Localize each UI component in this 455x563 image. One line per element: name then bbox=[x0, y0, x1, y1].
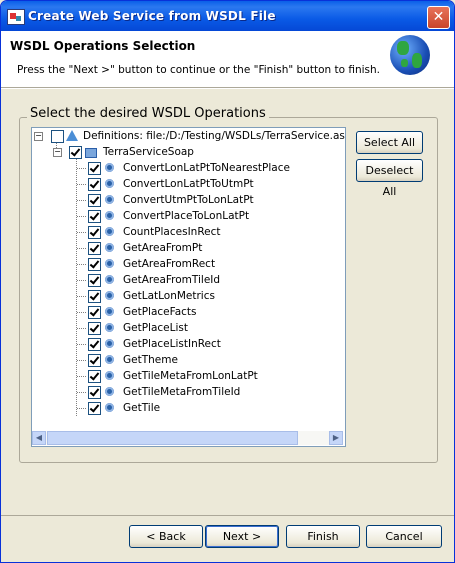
operation-checkbox[interactable] bbox=[88, 194, 101, 207]
next-button[interactable]: Next > bbox=[205, 525, 279, 548]
definitions-checkbox[interactable] bbox=[51, 130, 64, 143]
operation-label: GetAreaFromPt bbox=[123, 242, 203, 254]
operation-label: ConvertUtmPtToLonLatPt bbox=[123, 194, 254, 206]
gear-icon bbox=[105, 307, 114, 316]
operation-label: ConvertPlaceToLonLatPt bbox=[123, 210, 250, 222]
operation-checkbox[interactable] bbox=[88, 306, 101, 319]
operation-label: GetPlaceListInRect bbox=[123, 338, 221, 350]
definitions-label: Definitions: file:/D:/Testing/WSDLs/Terr… bbox=[83, 130, 346, 142]
operation-item[interactable]: ConvertUtmPtToLonLatPt bbox=[32, 192, 332, 208]
operation-checkbox[interactable] bbox=[88, 386, 101, 399]
cancel-button[interactable]: Cancel bbox=[366, 525, 442, 548]
gear-icon bbox=[105, 195, 114, 204]
operation-checkbox[interactable] bbox=[88, 338, 101, 351]
operation-checkbox[interactable] bbox=[88, 258, 101, 271]
gear-icon bbox=[105, 403, 114, 412]
operation-item[interactable]: ConvertPlaceToLonLatPt bbox=[32, 208, 332, 224]
operation-checkbox[interactable] bbox=[88, 226, 101, 239]
page-description: Press the "Next >" button to continue or… bbox=[17, 64, 381, 76]
divider bbox=[1, 88, 454, 89]
deselect-all-button[interactable]: Deselect All bbox=[356, 159, 423, 198]
operation-item[interactable]: GetAreaFromPt bbox=[32, 240, 332, 256]
operations-tree[interactable]: − Definitions: file:/D:/Testing/WSDLs/Te… bbox=[31, 127, 346, 447]
operation-label: ConvertLonLatPtToUtmPt bbox=[123, 178, 254, 190]
operation-item[interactable]: CountPlacesInRect bbox=[32, 224, 332, 240]
operation-item[interactable]: GetPlaceListInRect bbox=[32, 336, 332, 352]
scroll-left-button[interactable]: ◀ bbox=[32, 431, 46, 445]
operation-item[interactable]: ConvertLonLatPtToNearestPlace bbox=[32, 160, 332, 176]
page-title: WSDL Operations Selection bbox=[10, 39, 196, 53]
gear-icon bbox=[105, 179, 114, 188]
gear-icon bbox=[105, 339, 114, 348]
service-checkbox[interactable] bbox=[69, 146, 82, 159]
operation-item[interactable]: GetPlaceList bbox=[32, 320, 332, 336]
operation-checkbox[interactable] bbox=[88, 402, 101, 415]
gear-icon bbox=[105, 323, 114, 332]
operation-item[interactable]: GetTileMetaFromTileId bbox=[32, 384, 332, 400]
definitions-icon bbox=[66, 130, 78, 141]
operation-item[interactable]: ConvertLonLatPtToUtmPt bbox=[32, 176, 332, 192]
gear-icon bbox=[105, 211, 114, 220]
operation-checkbox[interactable] bbox=[88, 290, 101, 303]
gear-icon bbox=[105, 355, 114, 364]
operation-checkbox[interactable] bbox=[88, 370, 101, 383]
back-button[interactable]: < Back bbox=[129, 525, 203, 548]
globe-icon bbox=[390, 35, 430, 75]
operation-checkbox[interactable] bbox=[88, 178, 101, 191]
operation-item[interactable]: GetAreaFromRect bbox=[32, 256, 332, 272]
gear-icon bbox=[105, 163, 114, 172]
gear-icon bbox=[105, 259, 114, 268]
operation-checkbox[interactable] bbox=[88, 322, 101, 335]
scroll-right-button[interactable]: ▶ bbox=[329, 431, 343, 445]
wizard-header: WSDL Operations Selection Press the "Nex… bbox=[1, 31, 454, 88]
tree-root[interactable]: − Definitions: file:/D:/Testing/WSDLs/Te… bbox=[32, 128, 346, 144]
gear-icon bbox=[105, 291, 114, 300]
window-title: Create Web Service from WSDL File bbox=[28, 9, 276, 23]
operation-label: GetPlaceList bbox=[123, 322, 188, 334]
operation-label: GetTheme bbox=[123, 354, 178, 366]
operation-label: GetTileMetaFromLonLatPt bbox=[123, 370, 258, 382]
collapse-toggle[interactable]: − bbox=[53, 148, 62, 157]
operation-label: GetTile bbox=[123, 402, 161, 414]
collapse-toggle[interactable]: − bbox=[34, 132, 43, 141]
operation-label: GetPlaceFacts bbox=[123, 306, 197, 318]
gear-icon bbox=[105, 371, 114, 380]
select-all-button[interactable]: Select All bbox=[356, 131, 423, 154]
operation-item[interactable]: GetTileMetaFromLonLatPt bbox=[32, 368, 332, 384]
service-label: TerraServiceSoap bbox=[103, 146, 194, 158]
app-icon bbox=[7, 9, 25, 25]
operation-checkbox[interactable] bbox=[88, 162, 101, 175]
scroll-thumb[interactable] bbox=[47, 431, 298, 445]
group-label: Select the desired WSDL Operations bbox=[27, 106, 269, 121]
operation-label: ConvertLonLatPtToNearestPlace bbox=[123, 162, 290, 174]
operation-item[interactable]: GetLatLonMetrics bbox=[32, 288, 332, 304]
operation-label: CountPlacesInRect bbox=[123, 226, 221, 238]
operation-label: GetLatLonMetrics bbox=[123, 290, 215, 302]
gear-icon bbox=[105, 275, 114, 284]
horizontal-scrollbar[interactable]: ◀ ▶ bbox=[32, 431, 343, 445]
gear-icon bbox=[105, 227, 114, 236]
dialog-window: Create Web Service from WSDL File ✕ WSDL… bbox=[0, 0, 455, 563]
gear-icon bbox=[105, 387, 114, 396]
finish-button[interactable]: Finish bbox=[286, 525, 360, 548]
operation-item[interactable]: GetTheme bbox=[32, 352, 332, 368]
service-icon bbox=[85, 148, 97, 158]
operation-label: GetTileMetaFromTileId bbox=[123, 386, 241, 398]
divider bbox=[1, 515, 454, 516]
operation-checkbox[interactable] bbox=[88, 274, 101, 287]
operation-label: GetAreaFromRect bbox=[123, 258, 216, 270]
operation-item[interactable]: GetPlaceFacts bbox=[32, 304, 332, 320]
gear-icon bbox=[105, 243, 114, 252]
close-button[interactable]: ✕ bbox=[427, 6, 450, 29]
operation-label: GetAreaFromTileId bbox=[123, 274, 221, 286]
operation-checkbox[interactable] bbox=[88, 242, 101, 255]
operation-item[interactable]: GetAreaFromTileId bbox=[32, 272, 332, 288]
operation-checkbox[interactable] bbox=[88, 210, 101, 223]
title-bar[interactable]: Create Web Service from WSDL File ✕ bbox=[1, 1, 454, 31]
operation-item[interactable]: GetTile bbox=[32, 400, 332, 416]
tree-service[interactable]: − TerraServiceSoap bbox=[32, 144, 332, 160]
operation-checkbox[interactable] bbox=[88, 354, 101, 367]
